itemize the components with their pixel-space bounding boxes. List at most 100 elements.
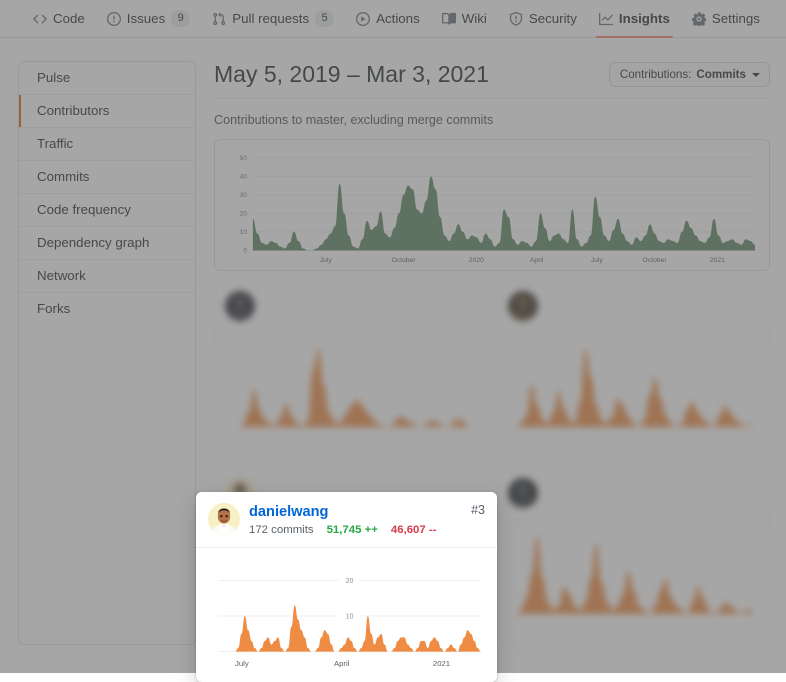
play-icon xyxy=(356,12,370,26)
sidebar-item-label: Commits xyxy=(37,169,89,184)
svg-text:July: July xyxy=(320,257,333,264)
tab-issues-label: Issues xyxy=(127,11,165,26)
contributor-card[interactable]: ​ xyxy=(214,280,488,458)
additions-count: 51,745 ++ xyxy=(327,523,378,537)
main-header: May 5, 2019 – Mar 3, 2021 Contributions:… xyxy=(210,59,772,89)
sidebar-item-dependency-graph[interactable]: Dependency graph xyxy=(19,227,195,260)
contributions-dropdown-value: Commits xyxy=(696,68,746,81)
svg-text:April: April xyxy=(334,659,350,668)
sidebar-item-network[interactable]: Network xyxy=(19,260,195,293)
svg-text:July: July xyxy=(591,257,604,264)
tab-security-label: Security xyxy=(529,11,577,26)
sidebar-item-contributors[interactable]: Contributors xyxy=(19,95,195,128)
commit-count xyxy=(547,311,585,325)
svg-text:2021: 2021 xyxy=(710,257,725,264)
svg-text:40: 40 xyxy=(240,174,248,181)
contributor-username[interactable]: ​ xyxy=(547,292,604,309)
svg-text:October: October xyxy=(643,257,668,264)
sidebar-item-label: Dependency graph xyxy=(37,235,149,250)
header-divider xyxy=(214,98,770,99)
avatar xyxy=(208,503,240,535)
sidebar-item-label: Contributors xyxy=(37,103,109,118)
commit-count xyxy=(547,498,579,512)
repo-nav: Code Issues 9 Pull requests 5 xyxy=(0,0,786,38)
tab-wiki[interactable]: Wiki xyxy=(431,0,498,37)
tab-actions[interactable]: Actions xyxy=(345,0,431,37)
deletions-count xyxy=(623,498,636,512)
contributor-username[interactable]: ​ xyxy=(264,292,313,309)
svg-text:50: 50 xyxy=(240,155,248,162)
tab-code[interactable]: Code xyxy=(22,0,96,37)
contributor-identity: ​ xyxy=(547,478,741,512)
commit-count xyxy=(264,311,308,325)
contributions-type-dropdown[interactable]: Contributions: Commits xyxy=(609,62,770,87)
contributor-rank xyxy=(741,478,759,492)
focused-contributor-card[interactable]: danielwang 172 commits 51,745 ++ 46,607 … xyxy=(196,492,497,682)
focused-contributor-sparkline: 10 20 July April 2021 xyxy=(196,548,497,678)
contributor-rank xyxy=(458,291,476,305)
svg-text:July: July xyxy=(235,659,249,668)
tab-actions-label: Actions xyxy=(376,11,420,26)
contributor-stats xyxy=(264,311,458,325)
sidebar-item-pulse[interactable]: Pulse xyxy=(19,62,195,95)
avatar-image xyxy=(508,478,538,508)
svg-text:April: April xyxy=(530,257,544,264)
sidebar-item-code-frequency[interactable]: Code frequency xyxy=(19,194,195,227)
contributor-sparkline xyxy=(215,335,487,453)
avatar-image xyxy=(208,503,240,535)
contributor-card-header: ​ xyxy=(498,468,770,522)
avatar-image xyxy=(225,291,255,321)
tab-security[interactable]: Security xyxy=(498,0,588,37)
svg-text:0: 0 xyxy=(243,248,247,255)
additions-count xyxy=(597,311,622,325)
contributor-rank xyxy=(741,291,759,305)
avatar xyxy=(508,478,538,508)
tab-pull-requests[interactable]: Pull requests 5 xyxy=(201,0,345,37)
tab-wiki-label: Wiki xyxy=(462,11,487,26)
svg-text:2021: 2021 xyxy=(433,659,450,668)
tab-insights-label: Insights xyxy=(619,11,670,26)
chevron-down-icon xyxy=(752,73,760,77)
contributor-card[interactable]: ​ xyxy=(497,467,771,645)
contributions-dropdown-prefix: Contributions: xyxy=(620,68,692,81)
tab-settings-label: Settings xyxy=(712,11,760,26)
contributor-stats xyxy=(547,498,741,512)
graph-icon xyxy=(599,12,613,26)
deletions-count: 46,607 -- xyxy=(391,523,437,537)
svg-text:20: 20 xyxy=(240,211,248,218)
shield-icon xyxy=(509,12,523,26)
page-title: May 5, 2019 – Mar 3, 2021 xyxy=(214,59,489,89)
book-icon xyxy=(442,12,456,26)
avatar xyxy=(225,291,255,321)
sidebar-item-label: Pulse xyxy=(37,70,70,85)
contributor-card[interactable]: ​ xyxy=(497,280,771,458)
sidebar-item-label: Traffic xyxy=(37,136,73,151)
focused-sparkline-svg: 10 20 July April 2021 xyxy=(204,558,485,680)
svg-text:30: 30 xyxy=(240,192,248,199)
tab-settings[interactable]: Settings xyxy=(681,0,771,37)
sidebar-item-forks[interactable]: Forks xyxy=(19,293,195,325)
contributor-sparkline-svg xyxy=(223,343,476,444)
tab-issues[interactable]: Issues 9 xyxy=(96,0,201,37)
sparkline-y-axis-labels: 10 20 xyxy=(346,577,354,621)
avatar-image xyxy=(508,291,538,321)
svg-text:20: 20 xyxy=(346,577,354,585)
sidebar-item-traffic[interactable]: Traffic xyxy=(19,128,195,161)
contributor-username[interactable]: danielwang xyxy=(249,504,328,521)
contributor-username[interactable]: ​ xyxy=(547,479,608,496)
commit-count: 172 commits xyxy=(249,523,314,537)
svg-text:10: 10 xyxy=(346,613,354,621)
sidebar-item-label: Forks xyxy=(37,301,70,316)
sparkline-x-axis-labels: July April 2021 xyxy=(235,659,450,668)
gear-icon xyxy=(692,12,706,26)
contributor-sparkline xyxy=(498,522,770,640)
tab-insights[interactable]: Insights xyxy=(588,0,681,37)
additions-count xyxy=(591,498,610,512)
overall-chart-svg: 01020304050 JulyOctober2020AprilJulyOcto… xyxy=(223,148,761,270)
deletions-count xyxy=(363,311,385,325)
contributor-identity: ​ xyxy=(547,291,741,325)
overall-chart-plot: 01020304050 JulyOctober2020AprilJulyOcto… xyxy=(223,148,761,270)
sidebar-item-label: Code frequency xyxy=(37,202,131,217)
sidebar-item-commits[interactable]: Commits xyxy=(19,161,195,194)
issue-opened-icon xyxy=(107,12,121,26)
